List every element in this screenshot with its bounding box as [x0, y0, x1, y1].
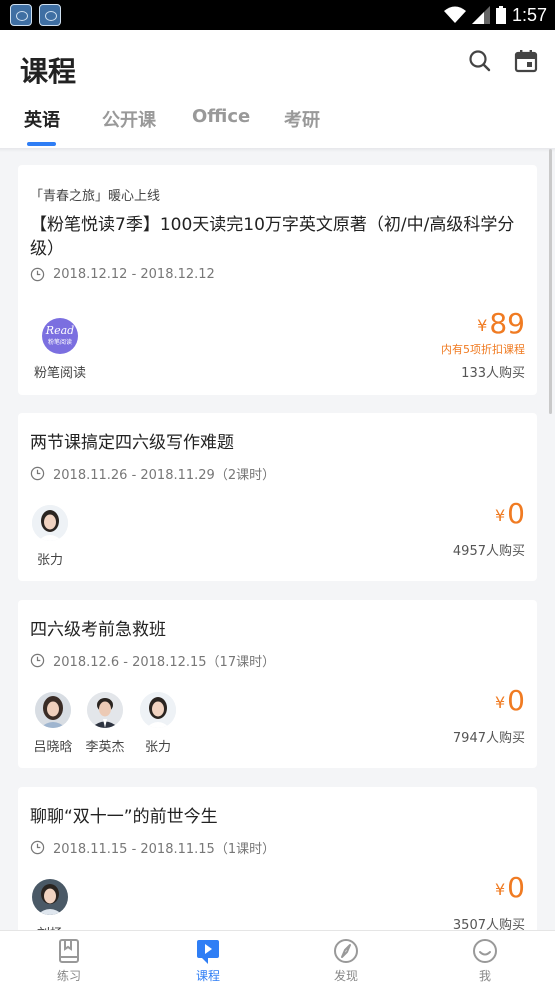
logo-subtext: 粉笔阅读 — [47, 339, 72, 346]
avatar — [35, 692, 71, 728]
signal-icon — [471, 6, 490, 24]
buyer-count: 3507人购买 — [452, 918, 525, 930]
price-amount: 0 — [507, 684, 525, 717]
teacher-name: 张力 — [36, 553, 63, 568]
teacher-name: 刘杨 — [25, 923, 75, 930]
avatar-portrait — [35, 692, 71, 728]
me-smile-icon — [473, 939, 497, 963]
nav-practice[interactable]: 练习 — [29, 937, 109, 984]
battery-icon — [495, 6, 506, 24]
bottom-nav: 练习 课程 发现 我 — [0, 930, 555, 988]
practice-book-icon — [59, 939, 79, 963]
buyer-count: 133人购买 — [461, 366, 525, 381]
status-bar: 1:57 — [0, 0, 555, 30]
calendar-icon[interactable] — [513, 48, 539, 74]
discover-compass-icon — [334, 939, 358, 963]
avatar-portrait — [32, 879, 68, 915]
search-icon[interactable] — [467, 48, 493, 74]
teacher[interactable]: Read 粉笔阅读 粉笔阅读 — [34, 318, 86, 381]
course-date: 2018.12.12 - 2018.12.12 — [53, 267, 215, 282]
nav-label: 发现 — [333, 969, 358, 983]
course-card[interactable]: 「青春之旅」暖心上线 【粉笔悦读7季】100天读完10万字英文原著（初/中/高级… — [18, 165, 537, 395]
teacher[interactable]: 张力 — [25, 505, 75, 568]
header: 课程 英语 公开课 Office 考研 — [0, 30, 555, 148]
clock-icon — [30, 466, 45, 481]
avatar-portrait — [87, 692, 123, 728]
course-date: 2018.11.26 - 2018.11.29（2课时） — [53, 468, 276, 483]
course-date-row: 2018.11.26 - 2018.11.29（2课时） — [30, 464, 275, 483]
teacher[interactable]: 李英杰 — [80, 692, 130, 755]
currency-symbol: ¥ — [477, 316, 488, 335]
nav-discover[interactable]: 发现 — [306, 937, 386, 984]
teacher-name: 吕晓晗 — [33, 740, 73, 755]
wifi-icon — [443, 6, 466, 23]
teacher-name: 粉笔阅读 — [34, 366, 87, 381]
course-list: 「青春之旅」暖心上线 【粉笔悦读7季】100天读完10万字英文原著（初/中/高级… — [0, 148, 555, 930]
brand-logo: Read 粉笔阅读 — [42, 318, 78, 354]
teacher-name: 李英杰 — [85, 740, 125, 755]
course-card[interactable]: 聊聊“双十一”的前世今生 2018.11.15 - 2018.11.15（1课时… — [18, 787, 537, 930]
status-time: 1:57 — [511, 4, 547, 25]
avatar — [32, 879, 68, 915]
notification-app-icon — [39, 4, 61, 26]
tab-office[interactable]: Office — [192, 106, 250, 127]
course-date-row: 2018.11.15 - 2018.11.15（1课时） — [30, 838, 275, 857]
teacher[interactable]: 刘杨 — [25, 879, 75, 930]
course-title: 两节课搞定四六级写作难题 — [30, 433, 234, 453]
tab-bar: 英语 公开课 Office 考研 — [0, 102, 555, 148]
currency-symbol: ¥ — [494, 880, 506, 899]
nav-label: 我 — [478, 969, 491, 983]
tab-active-indicator — [27, 142, 56, 146]
course-card[interactable]: 四六级考前急救班 2018.12.6 - 2018.12.15（17课时） 吕晓… — [18, 600, 537, 768]
course-price: ¥0 — [495, 871, 525, 904]
nav-label: 练习 — [56, 969, 81, 983]
nav-course[interactable]: 课程 — [168, 937, 248, 984]
course-card[interactable]: 两节课搞定四六级写作难题 2018.11.26 - 2018.11.29（2课时… — [18, 413, 537, 581]
course-date-row: 2018.12.12 - 2018.12.12 — [30, 267, 215, 282]
price-amount: 0 — [507, 497, 525, 530]
teacher-name: 张力 — [144, 740, 171, 755]
course-title: 【粉笔悦读7季】100天读完10万字英文原著（初/中/高级科学分级） — [30, 215, 515, 259]
price-amount: 89 — [489, 307, 525, 340]
discount-note: 内有5项折扣课程 — [441, 343, 525, 356]
logo-text: Read — [45, 324, 75, 337]
tab-open-course[interactable]: 公开课 — [102, 106, 156, 132]
course-title: 聊聊“双十一”的前世今生 — [30, 807, 218, 827]
tab-english[interactable]: 英语 — [24, 106, 60, 132]
page-title: 课程 — [20, 55, 77, 88]
course-title: 四六级考前急救班 — [30, 620, 166, 640]
course-date: 2018.11.15 - 2018.11.15（1课时） — [53, 842, 276, 857]
course-date-row: 2018.12.6 - 2018.12.15（17课时） — [30, 651, 275, 670]
teacher[interactable]: 张力 — [133, 692, 183, 755]
course-price: ¥0 — [495, 684, 525, 717]
nav-label: 课程 — [195, 969, 220, 983]
course-price: ¥0 — [495, 497, 525, 530]
course-play-icon — [197, 940, 219, 964]
price-amount: 0 — [507, 871, 525, 904]
avatar-portrait — [32, 505, 68, 541]
currency-symbol: ¥ — [494, 506, 506, 525]
nav-me[interactable]: 我 — [445, 937, 525, 984]
notification-app-icon — [10, 4, 32, 26]
avatar — [140, 692, 176, 728]
avatar — [32, 505, 68, 541]
currency-symbol: ¥ — [494, 693, 506, 712]
course-price: ¥89 — [477, 307, 525, 340]
clock-icon — [30, 267, 45, 282]
clock-icon — [30, 653, 45, 668]
scrollbar[interactable] — [549, 149, 552, 414]
buyer-count: 4957人购买 — [452, 544, 525, 559]
clock-icon — [30, 840, 45, 855]
avatar-portrait — [140, 692, 176, 728]
buyer-count: 7947人购买 — [452, 731, 525, 746]
teacher[interactable]: 吕晓晗 — [27, 692, 79, 755]
avatar — [87, 692, 123, 728]
course-date: 2018.12.6 - 2018.12.15（17课时） — [53, 655, 276, 670]
course-tagline: 「青春之旅」暖心上线 — [30, 189, 161, 204]
tab-kaoyan[interactable]: 考研 — [284, 106, 320, 132]
